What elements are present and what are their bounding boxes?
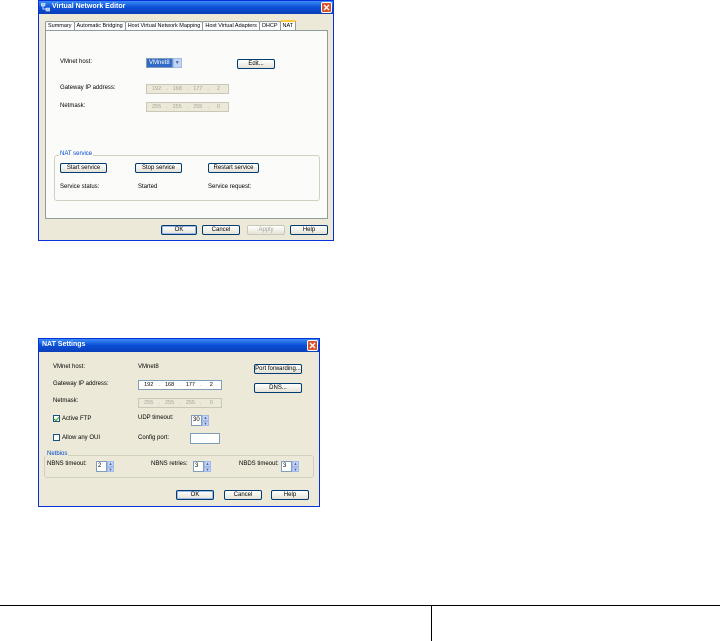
checkbox-unchecked-icon[interactable] [53,434,60,441]
netmask-octet-4: 0 [209,400,213,406]
nbns-retries-spinner[interactable]: 3 ▲ ▼ [193,461,211,472]
netmask-octet-3: 255 [185,400,195,406]
netmask-label: Netmask: [53,398,79,404]
title-bar[interactable]: Virtual Network Editor [39,1,333,14]
config-port-label: Config port: [138,435,170,441]
tab-summary[interactable]: Summary [45,21,75,30]
gateway-ip-octet-4: 2 [216,86,220,92]
chevron-down-icon[interactable]: ▼ [172,58,182,68]
start-service-button[interactable]: Start service [60,163,107,173]
gateway-ip-octet-1[interactable]: 192 [139,382,158,388]
gateway-ip-field: 192. 168. 177. 2 [146,84,229,94]
netbios-group: Netbios NBNS timeout: 2 ▲ ▼ NBNS retries… [44,451,314,478]
gateway-ip-octet-3: 177 [193,86,203,92]
netmask-octet-1: 255 [144,400,154,406]
network-app-icon [41,3,50,12]
udp-timeout-value[interactable]: 30 [191,415,202,426]
netmask-octet-2: 255 [172,104,182,110]
checkbox-checked-icon[interactable] [53,415,60,422]
netmask-octet-1: 255 [152,104,162,110]
nat-tab-panel: VMnet host: VMnet8 ▼ Edit... Gateway IP … [45,30,328,219]
netmask-octet-4: 0 [216,104,220,110]
restart-service-button[interactable]: Restart service [208,163,259,173]
gateway-ip-label: Gateway IP address: [60,85,116,91]
netmask-field: 255. 255. 255. 0 [138,398,222,408]
vmnet-host-select[interactable]: VMnet8 ▼ [146,58,182,68]
udp-timeout-spinner[interactable]: 30 ▲ ▼ [191,415,209,426]
active-ftp-label: Active FTP [62,415,92,422]
nbns-retries-label: NBNS retries: [151,461,188,467]
nbds-timeout-spinner[interactable]: 3 ▲ ▼ [281,461,299,472]
help-button[interactable]: Help [271,490,309,500]
apply-button[interactable]: Apply [247,225,285,235]
tab-automatic-bridging[interactable]: Automatic Bridging [73,21,126,30]
virtual-network-editor-dialog: Virtual Network Editor Summary Automatic… [38,0,334,241]
gateway-ip-octet-2[interactable]: 168 [160,382,179,388]
service-status-label: Service status: [60,184,100,190]
allow-any-oui-checkbox[interactable]: Allow any OUI [53,434,100,441]
spin-down-icon[interactable]: ▼ [292,466,299,472]
close-button[interactable] [307,340,318,351]
tab-host-virtual-network-mapping[interactable]: Host Virtual Network Mapping [124,21,204,30]
service-status-value: Started [138,184,158,190]
service-request-label: Service request: [208,184,252,190]
close-icon [309,342,316,349]
cancel-button[interactable]: Cancel [202,225,240,235]
gateway-ip-octet-2: 168 [172,86,182,92]
config-port-input[interactable] [190,433,220,444]
stop-service-button[interactable]: Stop service [135,163,182,173]
vmnet-host-value: VMnet8 [138,364,159,370]
nat-settings-dialog: NAT Settings VMnet host: VMnet8 Port for… [38,338,320,507]
gateway-ip-octet-4[interactable]: 2 [202,382,221,388]
edit-button[interactable]: Edit... [237,59,275,69]
netmask-field: 255. 255. 255. 0 [146,102,229,112]
help-button[interactable]: Help [290,225,328,235]
vmnet-host-value: VMnet8 [146,58,173,68]
nat-service-title: NAT service [59,151,94,157]
netmask-label: Netmask: [60,103,86,109]
nbns-timeout-value[interactable]: 2 [96,461,107,472]
ok-button[interactable]: OK [176,490,214,500]
cancel-button[interactable]: Cancel [224,490,262,500]
page-footer-divider [431,605,432,641]
gateway-ip-octet-1: 192 [152,86,162,92]
gateway-ip-label: Gateway IP address: [53,381,109,387]
nbns-timeout-spinner[interactable]: 2 ▲ ▼ [96,461,114,472]
ok-button[interactable]: OK [161,225,197,235]
port-forwarding-button[interactable]: Port forwarding... [254,364,302,374]
window-title: NAT Settings [42,341,86,348]
nbds-timeout-value[interactable]: 3 [281,461,292,472]
spin-down-icon[interactable]: ▼ [202,420,209,426]
nbns-retries-value[interactable]: 3 [193,461,204,472]
nbns-timeout-label: NBNS timeout: [47,461,87,467]
gateway-ip-octet-3[interactable]: 177 [181,382,200,388]
vmnet-host-label: VMnet host: [53,364,86,370]
close-button[interactable] [321,2,332,13]
udp-timeout-label: UDP timeout: [138,415,174,421]
netmask-octet-2: 255 [164,400,175,406]
active-ftp-checkbox[interactable]: Active FTP [53,415,91,422]
tab-host-virtual-adapters[interactable]: Host Virtual Adapters [202,21,260,30]
window-title: Virtual Network Editor [52,3,126,10]
spin-down-icon[interactable]: ▼ [107,466,114,472]
tab-dhcp[interactable]: DHCP [258,21,281,30]
nbds-timeout-label: NBDS timeout: [239,461,279,467]
spin-down-icon[interactable]: ▼ [204,466,211,472]
netmask-octet-3: 255 [193,104,203,110]
allow-any-oui-label: Allow any OUI [62,434,101,441]
vmnet-host-label: VMnet host: [60,59,93,65]
gateway-ip-input[interactable]: 192. 168. 177. 2 [138,380,222,390]
nat-service-group: NAT service Start service Stop service R… [54,151,320,201]
page-footer-rule [0,605,720,606]
dns-button[interactable]: DNS... [254,383,302,393]
close-icon [323,4,330,11]
title-bar[interactable]: NAT Settings [39,339,319,352]
netbios-title: Netbios [46,451,69,457]
